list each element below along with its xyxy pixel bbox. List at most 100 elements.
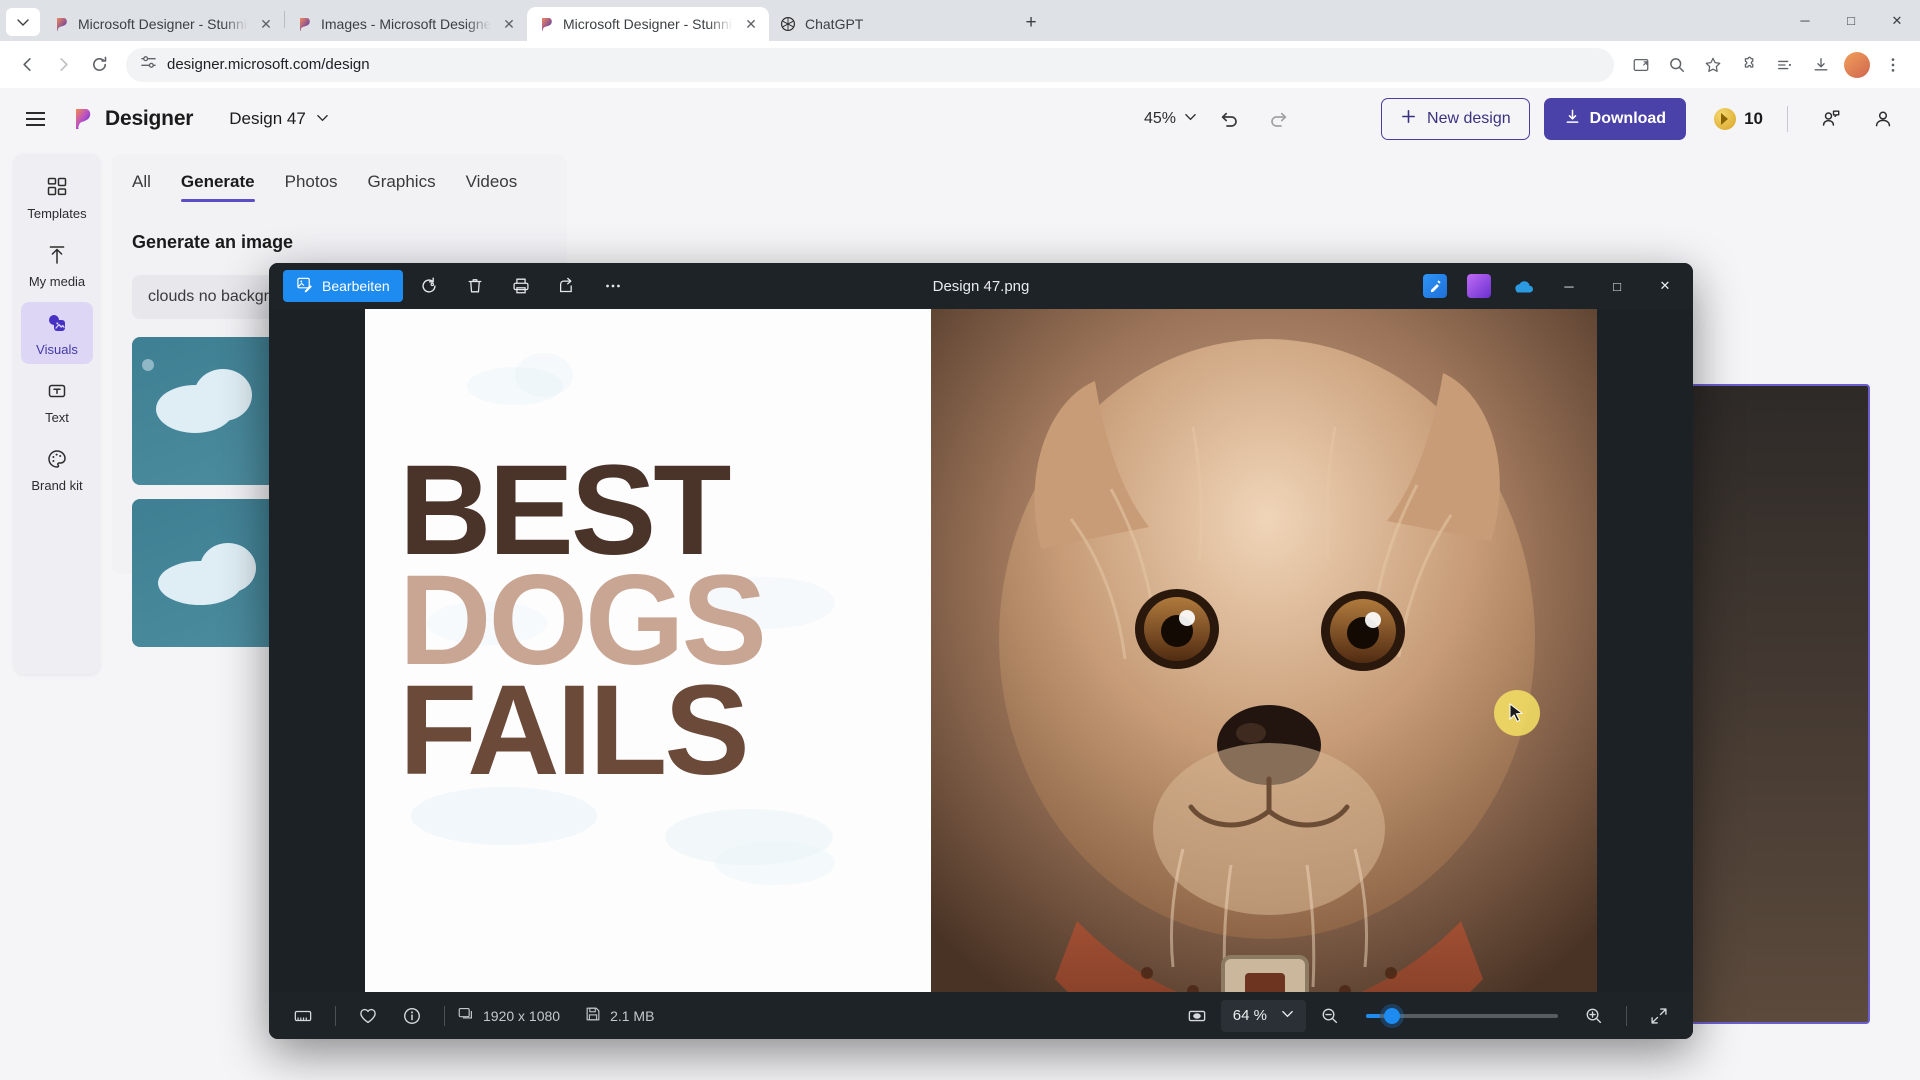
viewer-zoom-value: 64 % bbox=[1232, 1007, 1267, 1024]
designer-icon bbox=[53, 16, 70, 33]
close-icon[interactable]: ✕ bbox=[256, 14, 276, 34]
share-icon[interactable] bbox=[547, 269, 587, 303]
image-metadata: 1920 x 1080 2.1 MB bbox=[457, 1005, 654, 1026]
rotate-icon[interactable] bbox=[409, 269, 449, 303]
tab-all[interactable]: All bbox=[132, 172, 151, 202]
reload-icon[interactable] bbox=[82, 48, 116, 82]
sidebar-item-visuals[interactable]: Visuals bbox=[21, 302, 93, 364]
image-dimensions: 1920 x 1080 bbox=[483, 1007, 561, 1024]
search-icon[interactable] bbox=[1660, 48, 1694, 82]
sidebar-item-label: Brand kit bbox=[31, 478, 83, 493]
sidebar-item-text[interactable]: Text bbox=[21, 370, 93, 432]
browser-tabstrip: Microsoft Designer - Stunning d ✕ Images… bbox=[0, 0, 1920, 41]
designer-header: Designer Design 47 45% New design Downlo… bbox=[0, 88, 1920, 150]
site-settings-icon[interactable] bbox=[140, 54, 157, 75]
tab-videos[interactable]: Videos bbox=[466, 172, 518, 202]
collaborate-icon[interactable] bbox=[1812, 100, 1850, 138]
undo-icon[interactable] bbox=[1211, 101, 1247, 137]
filesize-icon bbox=[584, 1005, 602, 1026]
back-icon[interactable] bbox=[10, 48, 44, 82]
tab-title: ChatGPT bbox=[805, 16, 864, 32]
viewer-image-canvas[interactable]: BEST DOGS FAILS bbox=[269, 309, 1693, 992]
screen: Microsoft Designer - Stunning d ✕ Images… bbox=[0, 0, 1920, 1080]
info-icon[interactable] bbox=[392, 999, 432, 1033]
viewer-maximize-icon[interactable]: □ bbox=[1595, 263, 1639, 309]
browser-tab-4[interactable]: ChatGPT bbox=[769, 7, 1011, 41]
header-divider bbox=[1787, 106, 1788, 132]
install-app-icon[interactable] bbox=[1624, 48, 1658, 82]
actual-size-icon[interactable] bbox=[1177, 999, 1217, 1033]
viewer-minimize-icon[interactable]: ─ bbox=[1547, 263, 1591, 309]
browser-tab-1[interactable]: Microsoft Designer - Stunning d ✕ bbox=[42, 7, 284, 41]
zoom-slider-fill bbox=[1366, 1013, 1380, 1018]
tab-search-button[interactable] bbox=[6, 8, 40, 36]
split-screen-icon[interactable] bbox=[1768, 48, 1802, 82]
sidebar-item-label: My media bbox=[28, 274, 86, 289]
dimensions-icon bbox=[457, 1005, 475, 1026]
close-icon[interactable]: ✕ bbox=[499, 14, 519, 34]
close-icon[interactable]: ✕ bbox=[1874, 0, 1920, 41]
poster-line-3: FAILS bbox=[399, 659, 750, 802]
viewer-close-icon[interactable]: ✕ bbox=[1643, 263, 1687, 309]
profile-avatar[interactable] bbox=[1844, 51, 1870, 78]
sidebar-item-templates[interactable]: Templates bbox=[21, 166, 93, 228]
poster-half: BEST DOGS FAILS bbox=[365, 309, 931, 992]
edit-button[interactable]: Bearbeiten bbox=[283, 270, 403, 302]
viewer-titlebar-right: ─ □ ✕ bbox=[1415, 263, 1687, 309]
favorite-heart-icon[interactable] bbox=[348, 999, 388, 1033]
edit-label: Bearbeiten bbox=[322, 278, 390, 294]
brand-name: Designer bbox=[105, 107, 194, 130]
browser-toolbar: designer.microsoft.com/design bbox=[0, 41, 1920, 88]
chatgpt-icon bbox=[780, 16, 797, 33]
designer-icon bbox=[538, 16, 555, 33]
maximize-icon[interactable]: □ bbox=[1828, 0, 1874, 41]
redo-icon[interactable] bbox=[1261, 101, 1297, 137]
fullscreen-icon[interactable] bbox=[1639, 999, 1679, 1033]
bookmark-star-icon[interactable] bbox=[1696, 48, 1730, 82]
designer-logo-icon bbox=[70, 106, 96, 132]
address-bar[interactable]: designer.microsoft.com/design bbox=[126, 47, 1614, 82]
extensions-icon[interactable] bbox=[1732, 48, 1766, 82]
credits-indicator[interactable]: 10 bbox=[1714, 108, 1763, 130]
delete-icon[interactable] bbox=[455, 269, 495, 303]
new-tab-button[interactable]: + bbox=[1017, 9, 1045, 37]
download-button[interactable]: Download bbox=[1543, 98, 1687, 140]
zoom-in-icon[interactable] bbox=[1574, 999, 1614, 1033]
zoom-control[interactable]: 45% bbox=[1144, 110, 1197, 128]
edit-in-designer-icon[interactable] bbox=[1423, 274, 1447, 298]
chevron-down-icon bbox=[1281, 1007, 1294, 1024]
document-name-chip[interactable]: Design 47 bbox=[217, 103, 341, 135]
zoom-out-icon[interactable] bbox=[1310, 999, 1350, 1033]
canvas-page-thumbnail[interactable] bbox=[1690, 384, 1870, 1024]
download-icon[interactable] bbox=[1804, 48, 1838, 82]
onedrive-cloud-icon[interactable] bbox=[1511, 274, 1535, 298]
browser-tab-2[interactable]: Images - Microsoft Designer ✕ bbox=[285, 7, 527, 41]
text-icon bbox=[45, 379, 69, 403]
tab-graphics[interactable]: Graphics bbox=[368, 172, 436, 202]
toolbar-icon-group bbox=[1624, 48, 1910, 82]
upload-icon bbox=[45, 243, 69, 267]
filmstrip-icon[interactable] bbox=[283, 999, 323, 1033]
viewer-titlebar: Bearbeiten Design 47.png ─ □ ✕ bbox=[269, 263, 1693, 309]
zoom-slider-handle[interactable] bbox=[1384, 1007, 1400, 1024]
tab-photos[interactable]: Photos bbox=[285, 172, 338, 202]
close-icon[interactable]: ✕ bbox=[741, 14, 761, 34]
zoom-slider[interactable] bbox=[1366, 1007, 1558, 1024]
sidebar-item-brand-kit[interactable]: Brand kit bbox=[21, 438, 93, 500]
menu-icon[interactable] bbox=[18, 102, 52, 136]
browser-menu-icon[interactable] bbox=[1876, 48, 1910, 82]
status-divider bbox=[335, 1005, 336, 1026]
tab-generate[interactable]: Generate bbox=[180, 172, 255, 202]
sidebar-item-my-media[interactable]: My media bbox=[21, 234, 93, 296]
viewer-zoom-select[interactable]: 64 % bbox=[1220, 999, 1306, 1032]
minimize-icon[interactable]: ─ bbox=[1782, 0, 1828, 41]
download-icon bbox=[1564, 108, 1581, 130]
tab-title: Microsoft Designer - Stunning d bbox=[563, 16, 733, 32]
clipchamp-icon[interactable] bbox=[1467, 274, 1491, 298]
new-design-button[interactable]: New design bbox=[1381, 98, 1530, 140]
more-icon[interactable] bbox=[593, 269, 633, 303]
browser-tab-3[interactable]: Microsoft Designer - Stunning d ✕ bbox=[527, 7, 769, 41]
account-icon[interactable] bbox=[1864, 100, 1902, 138]
print-icon[interactable] bbox=[501, 269, 541, 303]
forward-icon[interactable] bbox=[46, 48, 80, 82]
